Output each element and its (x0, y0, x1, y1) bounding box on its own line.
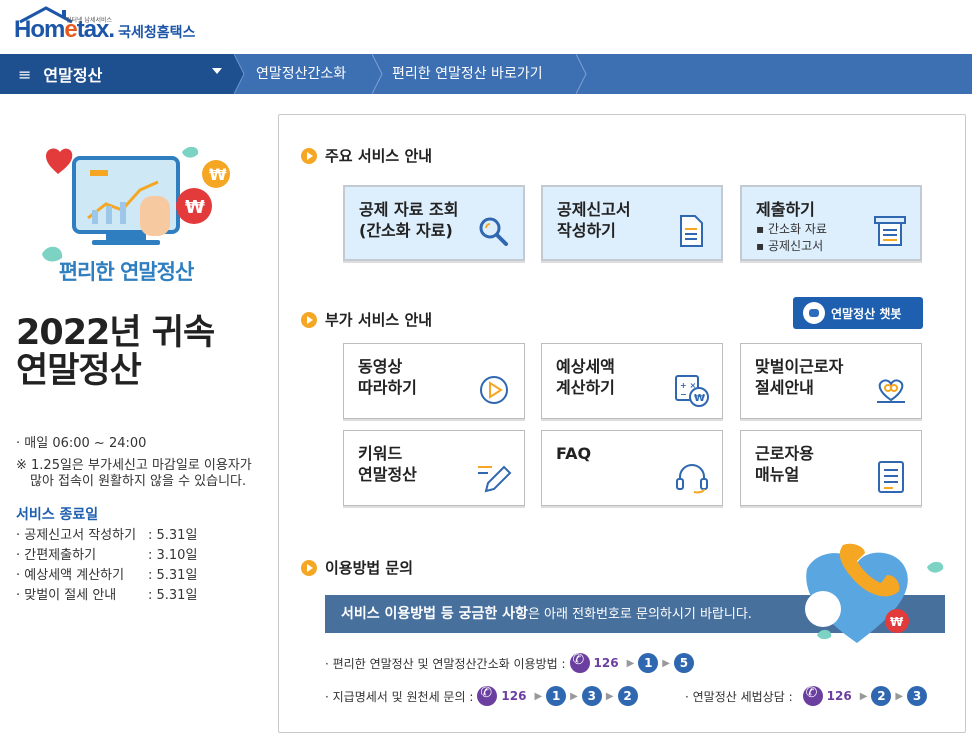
phone-row-tax-consult: · 연말정산 세법상담 : 126 ▶ 2 ▶ 3 (685, 685, 928, 706)
breadcrumb-separator-icon (234, 54, 245, 94)
breadcrumb-item-simplified[interactable]: 연말정산간소화 (256, 54, 346, 94)
play-bullet-icon (301, 147, 317, 164)
phone-icon (569, 652, 590, 673)
phone-row-withholding: · 지급명세서 및 원천세 문의 : 126 ▶ 1 ▶ 3 ▶ 2 (325, 685, 638, 706)
play-bullet-icon (301, 559, 317, 576)
play-bullet-icon (301, 311, 317, 328)
chevron-down-icon (212, 68, 222, 74)
document-icon (680, 215, 703, 247)
notice-text-2: 많아 접속이 원활하지 않을 수 있습니다. (30, 474, 247, 489)
service-hours: · 매일 06:00 ~ 24:00 ※ 1.25일은 부가세신고 마감일로 이… (16, 436, 252, 490)
breadcrumb-nav: ≡ 연말정산 연말정산간소화 편리한 연말정산 바로가기 (0, 54, 972, 94)
arrow-right-icon: ▶ (859, 690, 868, 702)
list-item: · 공제신고서 작성하기: 5.31일 (16, 528, 198, 543)
dual-income-card[interactable]: 맞벌이근로자 절세안내 (740, 343, 922, 419)
arrow-right-icon: ▶ (626, 657, 635, 669)
video-guide-card[interactable]: 동영상 따라하기 (343, 343, 525, 419)
heart-hands-icon (877, 379, 905, 403)
chatbot-button[interactable]: 연말정산 챗봇 (793, 297, 923, 329)
end-date-list: · 공제신고서 작성하기: 5.31일 · 간편제출하기: 3.10일 · 예상… (16, 526, 197, 606)
magnifier-icon (479, 217, 508, 246)
pencil-icon (478, 465, 512, 493)
keyword-card[interactable]: 키워드 연말정산 (343, 430, 525, 506)
hometax-logo[interactable]: 인터넷 납세서비스 Hometax. 국세청홈택스 (14, 6, 195, 44)
manual-card[interactable]: 근로자용 매뉴얼 (740, 430, 922, 506)
hours-text: · 매일 06:00 ~ 24:00 (16, 436, 147, 451)
deduction-form-card[interactable]: 공제신고서 작성하기 (541, 185, 723, 261)
notice-text: ※ 1.25일은 부가세신고 마감일로 이용자가 (16, 458, 252, 473)
page-title: 2022년 귀속 연말정산 (16, 313, 215, 391)
service-panel: 주요 서비스 안내 공제 자료 조회 (간소화 자료) 공제신고서 작성하기 제… (278, 114, 966, 733)
headset-icon (676, 464, 708, 494)
breadcrumb-separator-icon (576, 54, 587, 94)
svg-text:₩: ₩ (185, 197, 205, 218)
extra-services-title: 부가 서비스 안내 (301, 309, 432, 330)
calculator-icon: + × − = ₩ (675, 375, 709, 407)
phone-icon (802, 685, 823, 706)
faq-card[interactable]: FAQ (541, 430, 723, 506)
end-date-title: 서비스 종료일 (16, 507, 99, 523)
hamburger-icon: ≡ (18, 64, 32, 84)
logo-org-name: 국세청홈택스 (118, 25, 196, 41)
phone-row-simplified: · 편리한 연말정산 및 연말정산간소화 이용방법 : 126 ▶ 1 ▶ 5 (325, 652, 694, 673)
step-number: 1 (638, 653, 659, 673)
step-number: 3 (907, 686, 928, 706)
phone-icon (477, 685, 498, 706)
step-number: 3 (581, 686, 602, 706)
arrow-right-icon: ▶ (570, 690, 578, 702)
list-item: · 맞벌이 절세 안내: 5.31일 (16, 588, 198, 603)
site-header: 인터넷 납세서비스 Hometax. 국세청홈택스 (0, 0, 972, 54)
play-icon (480, 376, 508, 404)
tax-calculator-card[interactable]: 예상세액 계산하기 + × − = ₩ (541, 343, 723, 419)
chatbot-icon (803, 302, 825, 324)
menu-dropdown[interactable]: ≡ 연말정산 (0, 54, 234, 94)
step-number: 2 (871, 686, 892, 706)
manual-icon (878, 461, 904, 493)
arrow-right-icon: ▶ (605, 690, 614, 702)
arrow-right-icon: ▶ (662, 657, 670, 669)
submit-tray-icon (874, 216, 906, 246)
logo-tagline: 인터넷 납세서비스 (66, 17, 113, 24)
list-item: · 예상세액 계산하기: 5.31일 (16, 568, 198, 583)
svg-text:₩: ₩ (890, 615, 904, 629)
left-info-panel: ₩ ₩ 편리한 연말정산 2022년 귀속 연말정산 · 매일 06:00 ~ … (0, 94, 272, 739)
phone-heart-illustration: ₩ (805, 543, 944, 643)
deduction-lookup-card[interactable]: 공제 자료 조회 (간소화 자료) (343, 185, 525, 261)
main-services-title: 주요 서비스 안내 (301, 145, 432, 166)
step-number: 1 (546, 686, 567, 706)
arrow-right-icon: ▶ (534, 690, 543, 702)
breadcrumb-separator-icon (372, 54, 383, 94)
submit-card[interactable]: 제출하기 ▪ 간소화 자료 ▪ 공제신고서 (740, 185, 922, 261)
step-number: 5 (673, 653, 694, 673)
inquiry-title: 이용방법 문의 (301, 557, 413, 578)
svg-text:₩: ₩ (209, 165, 227, 184)
breadcrumb-item-shortcut[interactable]: 편리한 연말정산 바로가기 (392, 54, 543, 94)
list-item: · 간편제출하기: 3.10일 (16, 548, 198, 563)
menu-label: 연말정산 (43, 66, 103, 85)
svg-text:₩: ₩ (694, 393, 705, 404)
hero-caption: 편리한 연말정산 (58, 260, 195, 284)
step-number: 2 (617, 686, 638, 706)
arrow-right-icon: ▶ (895, 690, 904, 702)
